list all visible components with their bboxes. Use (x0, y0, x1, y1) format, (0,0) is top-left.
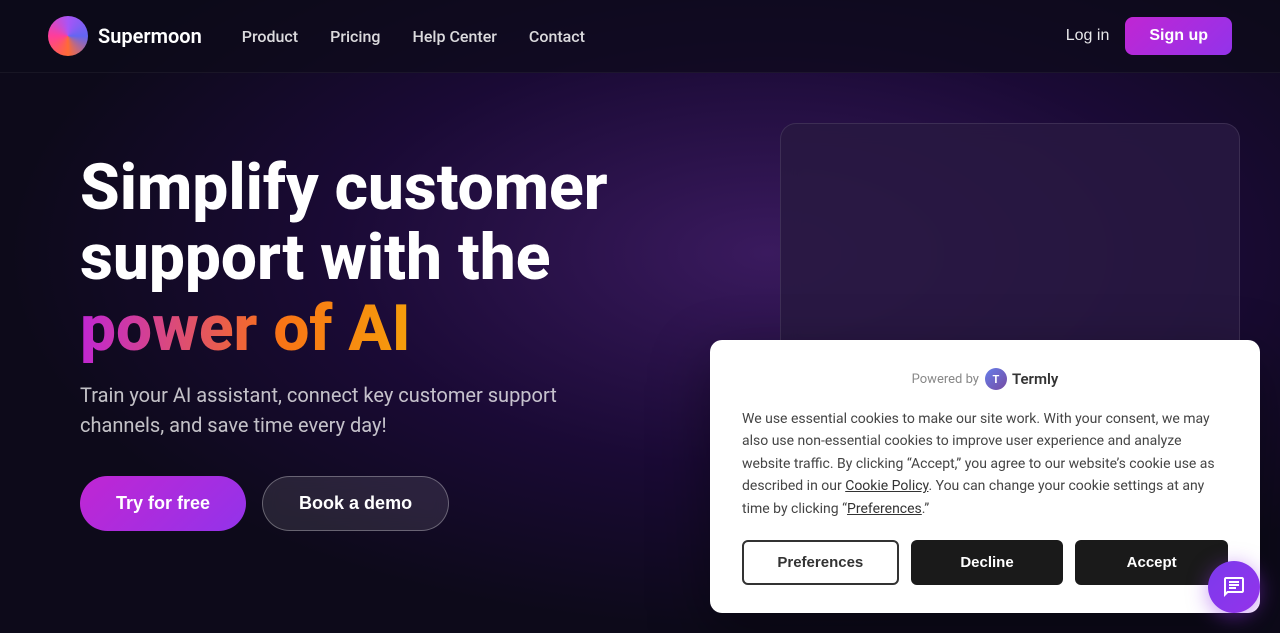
nav-links: Product Pricing Help Center Contact (242, 27, 585, 46)
nav-link-contact[interactable]: Contact (529, 27, 585, 46)
hero-buttons: Try for free Book a demo (80, 476, 740, 531)
preferences-button[interactable]: Preferences (742, 540, 899, 585)
login-button[interactable]: Log in (1066, 27, 1110, 45)
try-free-button[interactable]: Try for free (80, 476, 246, 531)
nav-left: Supermoon Product Pricing Help Center Co… (48, 16, 585, 56)
decline-button[interactable]: Decline (911, 540, 1064, 585)
chat-button[interactable] (1208, 561, 1260, 613)
termly-icon: T (985, 368, 1007, 390)
book-demo-button[interactable]: Book a demo (262, 476, 449, 531)
cookie-policy-link[interactable]: Cookie Policy (845, 478, 928, 494)
cookie-body-text: We use essential cookies to make our sit… (742, 408, 1228, 520)
navbar: Supermoon Product Pricing Help Center Co… (0, 0, 1280, 73)
nav-link-product[interactable]: Product (242, 27, 298, 46)
hero-title-line1: Simplify customer (80, 150, 608, 225)
nav-link-pricing[interactable]: Pricing (330, 27, 380, 46)
logo-link[interactable]: Supermoon (48, 16, 202, 56)
nav-link-help-center[interactable]: Help Center (412, 27, 496, 46)
accept-button[interactable]: Accept (1075, 540, 1228, 585)
hero-title-gradient: power of AI (80, 291, 411, 366)
hero-left: Simplify customer support with the power… (80, 133, 740, 531)
hero-title-line2: support with the (80, 220, 550, 295)
hero-title: Simplify customer support with the power… (80, 153, 740, 364)
logo-icon (48, 16, 88, 56)
nav-right: Log in Sign up (1066, 17, 1232, 55)
cookie-powered-by: Powered by T Termly (742, 368, 1228, 390)
preferences-inline-link[interactable]: Preferences (847, 501, 922, 517)
cookie-text-end: .” (922, 501, 930, 517)
powered-by-label: Powered by (912, 372, 979, 387)
hero-subtitle: Train your AI assistant, connect key cus… (80, 380, 640, 440)
cookie-banner: Powered by T Termly We use essential coo… (710, 340, 1260, 613)
cookie-action-buttons: Preferences Decline Accept (742, 540, 1228, 585)
logo-text: Supermoon (98, 24, 202, 48)
termly-logo: T Termly (985, 368, 1058, 390)
termly-name: Termly (1012, 370, 1058, 388)
chat-icon (1222, 575, 1246, 599)
signup-button[interactable]: Sign up (1125, 17, 1232, 55)
